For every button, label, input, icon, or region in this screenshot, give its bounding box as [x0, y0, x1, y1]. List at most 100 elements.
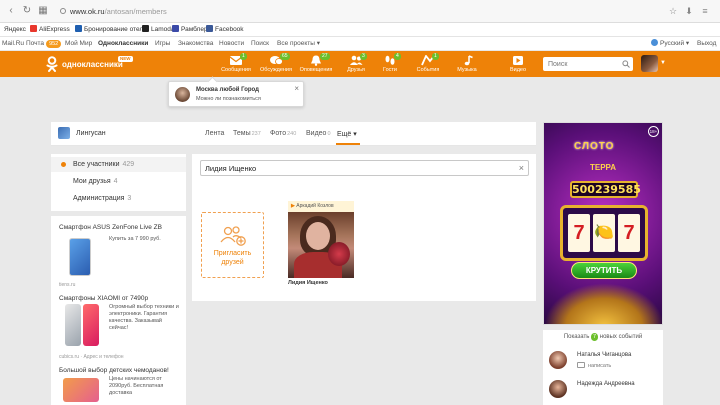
- back-icon[interactable]: ‹: [6, 6, 16, 16]
- nav-label: Обсуждения: [260, 67, 292, 73]
- avatar[interactable]: [549, 380, 567, 398]
- exit-link[interactable]: Выход: [697, 39, 716, 49]
- phone-image[interactable]: [69, 238, 91, 276]
- photo-flower: [328, 242, 350, 266]
- member-tag-text: Аркадий Козлов: [296, 203, 334, 209]
- ad-title[interactable]: Смартфон ASUS ZenFone Live ZB: [59, 224, 162, 231]
- facebook-icon: [206, 25, 213, 32]
- bookmark-label: Бронирование отел: [84, 26, 144, 33]
- tabs-grid-icon[interactable]: ▦: [38, 6, 48, 16]
- group-header: Лингусан Лента Темы237 Фото240 Видео0 Ещ…: [51, 122, 536, 146]
- bookmark-item[interactable]: Facebook: [206, 25, 244, 35]
- bookmark-item[interactable]: AliExpress: [30, 25, 70, 35]
- search-icon[interactable]: [622, 60, 630, 68]
- bookmark-label: Рамблер: [181, 26, 208, 33]
- portal-strip: Mail.Ru Почта 952 Мой Мир Одноклассники И…: [0, 37, 720, 51]
- tab-photos[interactable]: Фото240: [270, 130, 296, 137]
- portal-link[interactable]: Новости: [219, 39, 244, 49]
- reload-icon[interactable]: ↻: [22, 6, 32, 16]
- portal-link[interactable]: Одноклассники: [98, 39, 148, 49]
- new-events-link[interactable]: Показать 7 новых событий: [543, 333, 663, 341]
- nav-events[interactable]: 1 События: [406, 53, 450, 77]
- active-tab-underline: [336, 143, 360, 145]
- ad-title[interactable]: Смартфоны XIAOMI от 7490р: [59, 295, 148, 302]
- member-name[interactable]: Лидия Ищенко: [288, 280, 328, 286]
- menu-item-my-friends[interactable]: Мои друзья 4: [51, 174, 186, 189]
- language-selector[interactable]: Русский ▾: [651, 39, 689, 49]
- tab-video[interactable]: Видео0: [306, 130, 331, 137]
- ad-source[interactable]: tiens.ru: [59, 282, 75, 288]
- ad-source[interactable]: cubics.ru · Адрес и телефон: [59, 354, 124, 360]
- member-search: ×: [200, 160, 529, 176]
- download-icon[interactable]: ⬇: [684, 6, 694, 16]
- phone-front: [83, 304, 99, 346]
- portal-link[interactable]: Мой Мир: [65, 39, 92, 49]
- clear-icon[interactable]: ×: [519, 162, 524, 174]
- event-person-name[interactable]: Надежда Андреевна: [577, 381, 635, 387]
- portal-link[interactable]: Игры: [155, 39, 170, 49]
- aliexpress-icon: [30, 25, 37, 32]
- close-icon[interactable]: ×: [294, 84, 299, 93]
- nav-count: 27: [320, 53, 330, 60]
- group-avatar-icon[interactable]: [58, 127, 70, 139]
- search-input[interactable]: [543, 57, 615, 71]
- nav-music[interactable]: Музыка: [445, 53, 489, 77]
- casino-banner-ad[interactable]: 18+ СЛОТО ТЕРРА 500239585 7 🍋 7 КРУТИТЬ: [543, 122, 663, 325]
- chevron-down-icon[interactable]: ▼: [660, 60, 666, 66]
- bookmark-item[interactable]: Яндекс: [4, 25, 26, 35]
- bookmark-star-icon[interactable]: ☆: [668, 6, 678, 16]
- portal-link-label: Почта: [26, 40, 45, 47]
- invite-people-icon: [219, 226, 246, 246]
- bookmark-item[interactable]: Бронирование отел: [75, 25, 143, 35]
- member-search-input[interactable]: [205, 162, 505, 174]
- user-avatar[interactable]: [641, 55, 658, 72]
- portal-link-mail[interactable]: Почта 952: [26, 39, 62, 49]
- write-message-link[interactable]: написать: [577, 362, 611, 369]
- group-name[interactable]: Лингусан: [76, 130, 106, 137]
- secure-lock-icon: [60, 8, 66, 14]
- ok-logo-icon[interactable]: [45, 56, 59, 72]
- nav-messages[interactable]: 1 Сообщения: [214, 53, 258, 77]
- portal-link[interactable]: Поиск: [251, 39, 269, 49]
- tab-more[interactable]: Ещё ▾: [336, 130, 360, 145]
- spin-button[interactable]: КРУТИТЬ: [571, 262, 637, 279]
- popup-arrow: [207, 76, 218, 87]
- tab-topics[interactable]: Темы237: [233, 130, 261, 137]
- url-host: www.ok.ru: [70, 7, 105, 16]
- nav-label: События: [416, 67, 440, 73]
- luggage-image[interactable]: [63, 378, 99, 402]
- bookmarks-bar: Яндекс AliExpress Бронирование отел Lamo…: [0, 23, 720, 37]
- avatar[interactable]: [549, 351, 567, 369]
- menu-item-count: 3: [127, 195, 132, 202]
- ad-title[interactable]: Большой выбор детских чемоданов!: [59, 367, 169, 374]
- notification-popup[interactable]: Москва любой Город Можно ли познакомитьс…: [168, 76, 304, 107]
- portal-link[interactable]: Все проекты ▾: [277, 39, 320, 49]
- slot-reel: 🍋: [593, 214, 615, 252]
- nav-video[interactable]: Видео: [496, 53, 540, 77]
- lamoda-icon: [142, 25, 149, 32]
- events-prefix: Показать: [563, 334, 590, 340]
- bookmark-item[interactable]: Рамблер: [172, 25, 208, 35]
- bookmark-label: Lamoda: [151, 26, 175, 33]
- ad-text: Огромный выбор техники и электроники. Га…: [109, 304, 179, 331]
- member-photo[interactable]: [288, 212, 354, 278]
- nav-notifications[interactable]: 27 Оповещения: [294, 53, 338, 77]
- address-bar[interactable]: www.ok.ru/antosan/members: [70, 6, 370, 17]
- tab-feed[interactable]: Лента: [205, 130, 224, 137]
- menu-item-label: Все участники: [73, 161, 120, 168]
- logo-text[interactable]: одноклассники: [62, 60, 123, 69]
- menu-item-all-members[interactable]: Все участники 429: [51, 157, 186, 172]
- menu-item-admins[interactable]: Администрация 3: [51, 191, 186, 206]
- menu-icon[interactable]: ≡: [700, 6, 710, 16]
- member-card[interactable]: ▶ Аркадий Козлов Лидия Ищенко: [288, 201, 354, 289]
- portal-link[interactable]: Mail.Ru: [2, 39, 24, 49]
- invite-friends-button[interactable]: Пригласить друзей: [201, 212, 264, 278]
- video-icon: [513, 56, 523, 65]
- phones-image[interactable]: [65, 304, 107, 346]
- bookmark-item[interactable]: Lamoda: [142, 25, 175, 35]
- portal-link[interactable]: Знакомства: [178, 39, 213, 49]
- event-person-name[interactable]: Наталья Чиганцова: [577, 352, 631, 358]
- nav-discussions[interactable]: 65 Обсуждения: [254, 53, 298, 77]
- photo-face: [306, 222, 330, 250]
- nav-label: Видео: [509, 67, 527, 73]
